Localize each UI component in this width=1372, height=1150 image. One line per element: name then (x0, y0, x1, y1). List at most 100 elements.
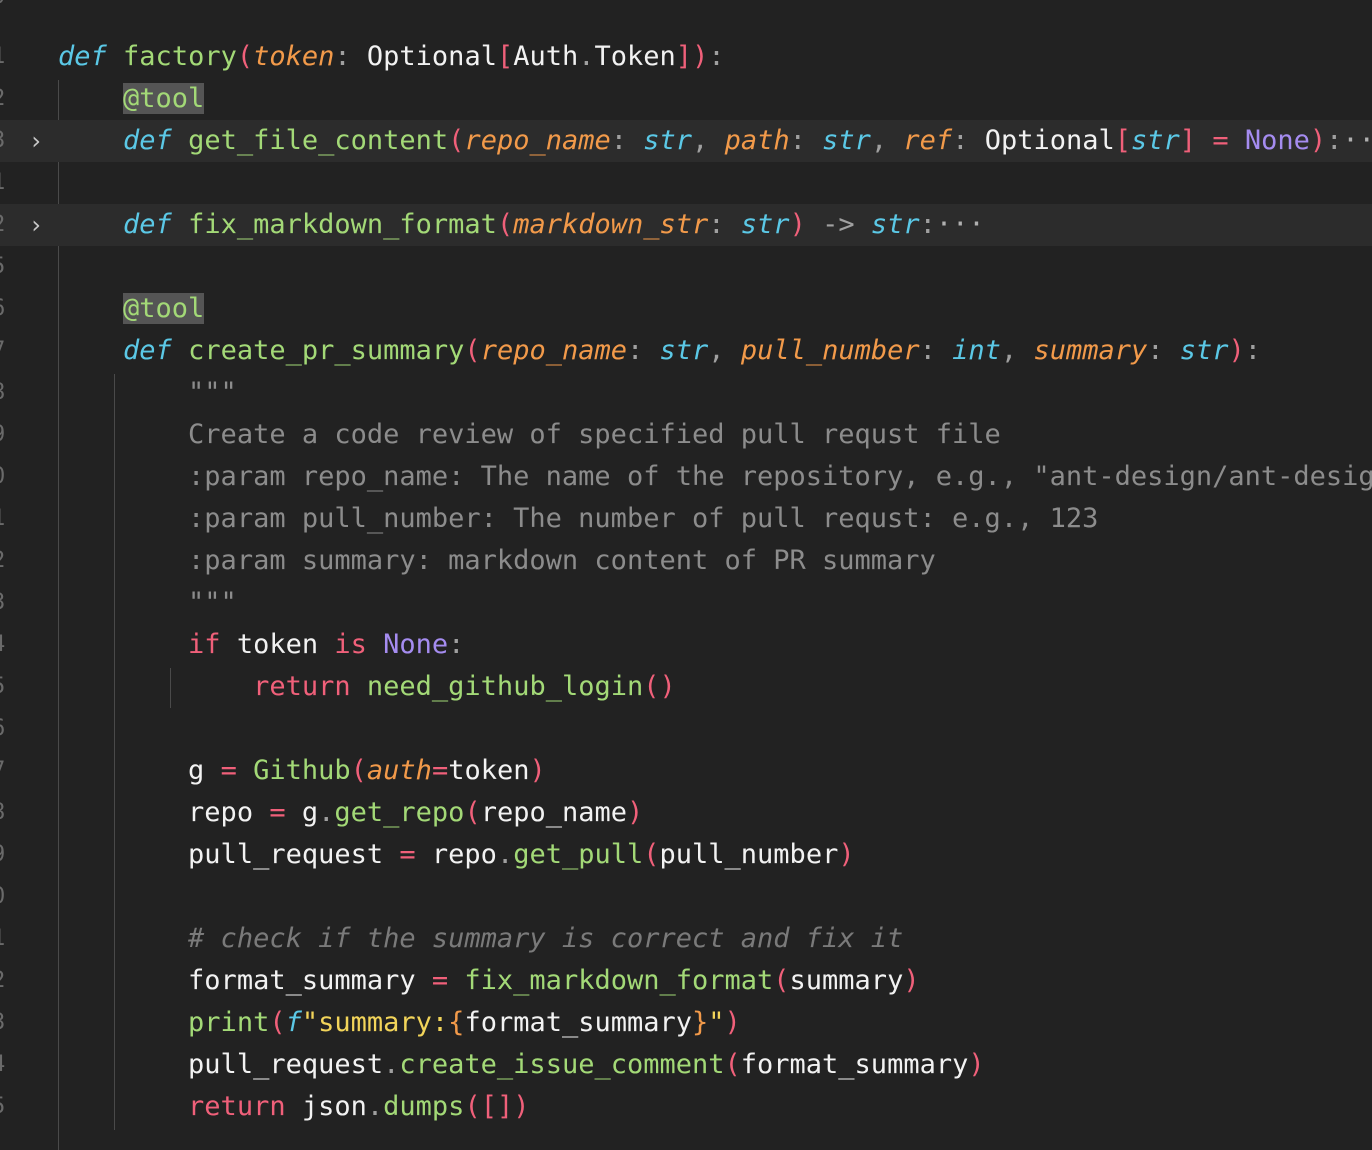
paren: ) (513, 1091, 530, 1122)
variable: token (448, 755, 530, 786)
code-line-folded[interactable]: 2 › def fix_markdown_format(markdown_str… (0, 204, 1372, 246)
code-line[interactable]: 7 g = Github(auth=token) (0, 750, 1372, 792)
code-text: return need_github_login() (58, 666, 676, 708)
code-editor[interactable]: 0 1 def factory(token: Optional[Auth.Tok… (0, 0, 1372, 1150)
paren: ( (464, 797, 481, 828)
paren: ( (724, 1049, 741, 1080)
line-number: 5 (0, 1086, 5, 1128)
code-text: g = Github(auth=token) (58, 750, 546, 792)
code-line[interactable]: 5 (0, 246, 1372, 288)
code-line[interactable]: 2 :param summary: markdown content of PR… (0, 540, 1372, 582)
code-line[interactable]: 1 # check if the summary is correct and … (0, 918, 1372, 960)
line-number: 4 (0, 1044, 5, 1086)
variable: format_summary (740, 1049, 969, 1080)
code-line[interactable]: 0 (0, 876, 1372, 918)
punctuation: : (1326, 125, 1343, 156)
docstring: :param repo_name: The name of the reposi… (188, 461, 1372, 492)
variable: summary (789, 965, 904, 996)
paren: ( (643, 839, 660, 870)
code-line[interactable]: 4 if token is None: (0, 624, 1372, 666)
code-text: """ (58, 582, 237, 624)
fold-chevron-icon[interactable]: › (26, 120, 46, 162)
type: Optional (984, 125, 1115, 156)
paren: ( (269, 1007, 286, 1038)
line-number: 1 (0, 498, 5, 540)
docstring: """ (188, 377, 237, 408)
punctuation: , (1000, 335, 1034, 366)
code-line[interactable]: 9 pull_request = repo.get_pull(pull_numb… (0, 834, 1372, 876)
paren: ( (496, 209, 514, 240)
keyword-return: return (253, 671, 351, 702)
punctuation: , (870, 125, 904, 156)
variable: token (220, 629, 335, 660)
code-text: format_summary = fix_markdown_format(sum… (58, 960, 920, 1002)
string: " (708, 1007, 725, 1038)
function-call: create_issue_comment (399, 1049, 725, 1080)
code-text: :param summary: markdown content of PR s… (58, 540, 936, 582)
type: str (740, 209, 790, 240)
code-line[interactable]: 1 def factory(token: Optional[Auth.Token… (0, 36, 1372, 78)
punctuation: . (318, 797, 335, 828)
code-line[interactable]: 1 (0, 162, 1372, 204)
function-name: factory (123, 41, 237, 72)
keyword-def: def (123, 209, 172, 240)
code-line[interactable]: 2 format_summary = fix_markdown_format(s… (0, 960, 1372, 1002)
fold-chevron-icon[interactable]: › (26, 204, 46, 246)
variable: g (188, 755, 205, 786)
variable: format_summary (464, 1007, 693, 1038)
type: str (643, 125, 693, 156)
code-text: Create a code review of specified pull r… (58, 414, 1001, 456)
docstring: """ (188, 587, 237, 618)
punctuation: . (366, 1091, 384, 1122)
variable: json (301, 1091, 367, 1122)
fold-ellipsis[interactable]: ··· (936, 209, 985, 240)
paren: ( (773, 965, 790, 996)
code-line[interactable]: 3 print(f"summary:{format_summary}") (0, 1002, 1372, 1044)
code-line[interactable]: 2 @tool (0, 78, 1372, 120)
line-number: 3 (0, 120, 5, 162)
parameter: markdown_str (513, 209, 709, 240)
line-number: 3 (0, 1002, 5, 1044)
punctuation: : (789, 125, 823, 156)
punctuation: , (708, 335, 741, 366)
code-line[interactable]: 5 return need_github_login() (0, 666, 1372, 708)
punctuation: : (952, 125, 985, 156)
line-number: 6 (0, 708, 5, 750)
code-line[interactable]: 1 :param pull_number: The number of pull… (0, 498, 1372, 540)
fold-ellipsis[interactable]: ··· (1342, 125, 1372, 156)
function-name: create_pr_summary (188, 335, 465, 366)
punctuation: : (708, 209, 741, 240)
paren: ( (464, 335, 481, 366)
operator: = (204, 755, 254, 786)
operator: = (383, 839, 432, 870)
code-line[interactable]: 6 (0, 708, 1372, 750)
code-line[interactable]: 8 repo = g.get_repo(repo_name) (0, 792, 1372, 834)
line-number: 5 (0, 246, 5, 288)
comment: # check if the summary is correct and fi… (188, 923, 904, 954)
code-line[interactable]: 4 pull_request.create_issue_comment(form… (0, 1044, 1372, 1086)
code-line[interactable]: 9 Create a code review of specified pull… (0, 414, 1372, 456)
constant: None (383, 629, 449, 660)
keyword-argument: auth (366, 755, 432, 786)
line-number: 3 (0, 582, 5, 624)
line-number: 2 (0, 204, 5, 246)
decorator: @tool (123, 83, 205, 114)
code-line[interactable]: 8 """ (0, 372, 1372, 414)
code-line[interactable]: 6 @tool (0, 288, 1372, 330)
code-text: pull_request = repo.get_pull(pull_number… (58, 834, 855, 876)
code-line[interactable]: 0 (0, 0, 1372, 18)
code-line[interactable]: 7 def create_pr_summary(repo_name: str, … (0, 330, 1372, 372)
punctuation: : (610, 125, 644, 156)
keyword-def: def (123, 125, 172, 156)
code-line[interactable]: 3 """ (0, 582, 1372, 624)
code-line[interactable]: 0 :param repo_name: The name of the repo… (0, 456, 1372, 498)
paren: ( (448, 125, 465, 156)
type: Auth (513, 41, 579, 72)
paren: ( (464, 1091, 481, 1122)
code-line-folded[interactable]: 3 › def get_file_content(repo_name: str,… (0, 120, 1372, 162)
code-line[interactable]: 5 return json.dumps([]) (0, 1086, 1372, 1128)
paren: ) (529, 755, 546, 786)
operator: = (253, 797, 302, 828)
